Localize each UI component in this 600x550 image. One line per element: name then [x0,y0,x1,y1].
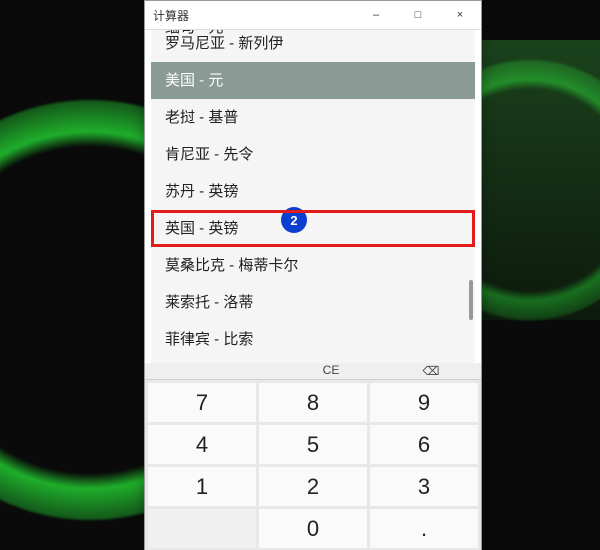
desktop-wallpaper: 计算器 – □ × 缅甸 - 元 罗马尼亚 - 新列伊 美国 - 元 老挝 - … [0,0,600,550]
key-8[interactable]: 8 [259,383,367,422]
currency-option-highlighted[interactable]: 英国 - 英镑 [151,210,475,247]
key-5[interactable]: 5 [259,425,367,464]
keypad-area: CE ⌫ 7 8 9 4 5 6 1 2 3 0 . [145,363,481,550]
currency-option-selected[interactable]: 美国 - 元 [151,62,475,99]
calculator-window: 计算器 – □ × 缅甸 - 元 罗马尼亚 - 新列伊 美国 - 元 老挝 - … [144,0,482,550]
titlebar[interactable]: 计算器 – □ × [145,1,481,30]
scrollbar[interactable] [463,30,475,363]
backspace-button[interactable]: ⌫ [381,363,481,379]
key-3[interactable]: 3 [370,467,478,506]
currency-option[interactable]: 莫桑比克 - 梅蒂卡尔 [151,247,475,284]
scrollbar-thumb[interactable] [469,280,473,320]
key-7[interactable]: 7 [148,383,256,422]
key-decimal[interactable]: . [370,509,478,548]
key-0[interactable]: 0 [259,509,367,548]
backspace-icon: ⌫ [423,364,440,378]
currency-option[interactable]: 老挝 - 基普 [151,99,475,136]
maximize-button[interactable]: □ [397,1,439,29]
currency-option[interactable]: 罗马尼亚 - 新列伊 [151,30,475,62]
currency-option[interactable]: 莱索托 - 洛蒂 [151,284,475,321]
key-2[interactable]: 2 [259,467,367,506]
minimize-button[interactable]: – [355,1,397,29]
window-title: 计算器 [145,7,355,24]
numeric-keypad: 7 8 9 4 5 6 1 2 3 0 . [145,380,481,550]
currency-option[interactable]: 肯尼亚 - 先令 [151,136,475,173]
key-4[interactable]: 4 [148,425,256,464]
close-button[interactable]: × [439,1,481,29]
key-6[interactable]: 6 [370,425,478,464]
keypad-function-row: CE ⌫ [145,363,481,380]
key-9[interactable]: 9 [370,383,478,422]
currency-dropdown-list[interactable]: 缅甸 - 元 罗马尼亚 - 新列伊 美国 - 元 老挝 - 基普 肯尼亚 - 先… [151,30,475,363]
currency-option[interactable]: 菲律宾 - 比索 [151,321,475,339]
key-1[interactable]: 1 [148,467,256,506]
key-blank [148,509,256,548]
clear-entry-button[interactable]: CE [281,363,381,379]
spacer [145,363,281,379]
currency-option[interactable]: 苏丹 - 英镑 [151,173,475,210]
